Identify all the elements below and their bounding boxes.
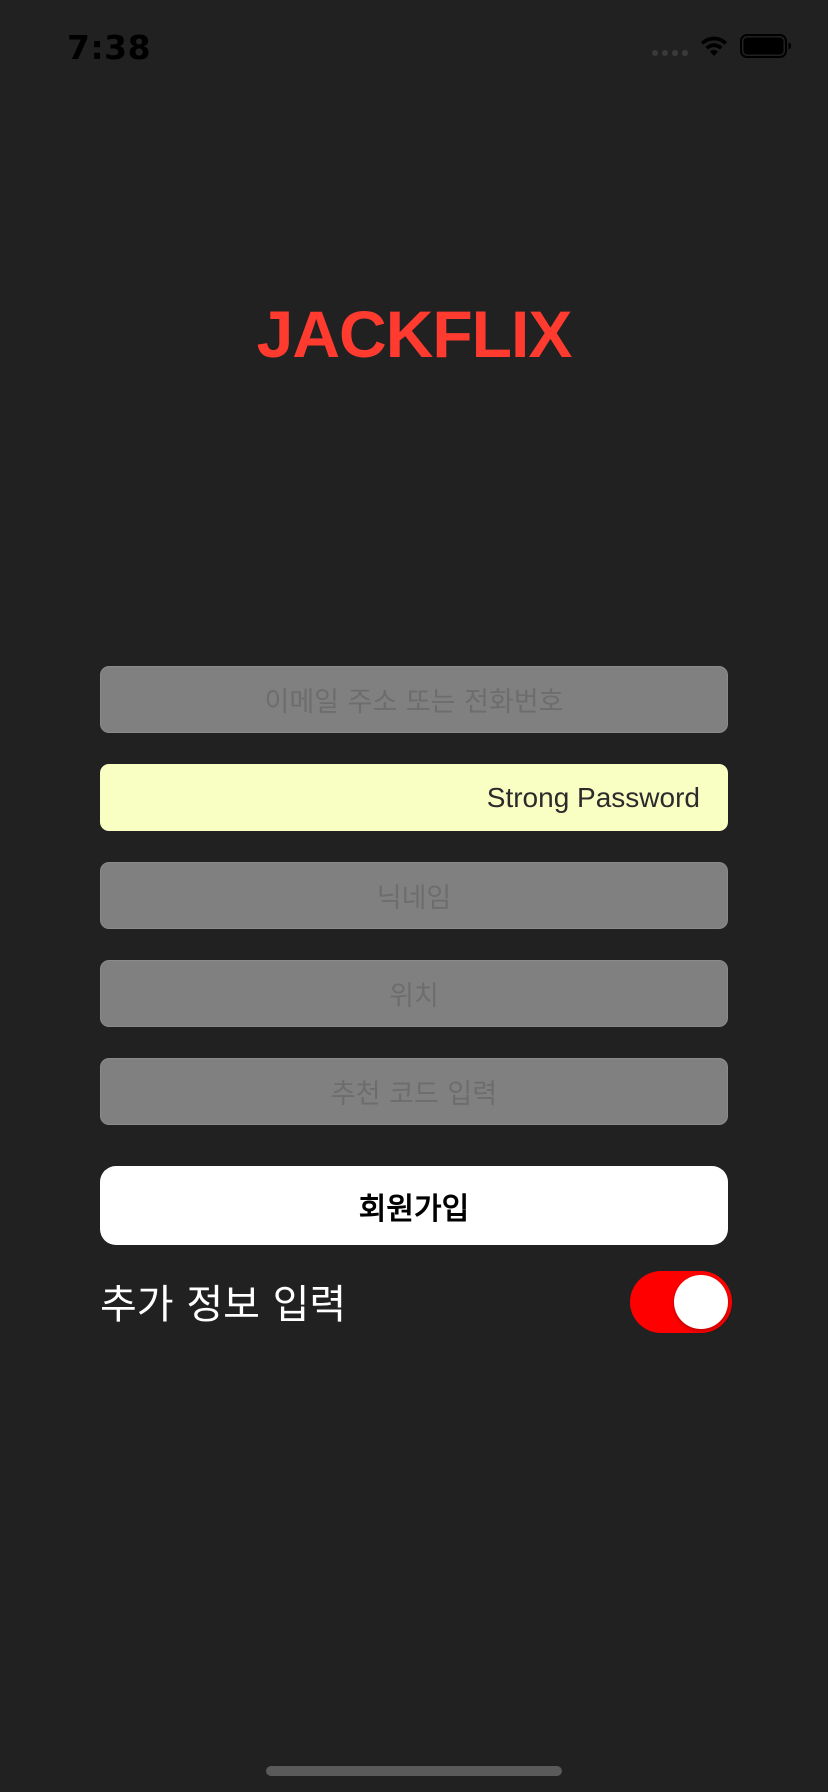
signup-button[interactable]: 회원가입: [100, 1166, 728, 1245]
app-logo: JACKFLIX: [256, 297, 573, 371]
referral-code-field[interactable]: 추천 코드 입력: [100, 1058, 728, 1125]
referral-code-placeholder: 추천 코드 입력: [330, 1079, 498, 1110]
password-field[interactable]: Strong Password: [100, 764, 728, 831]
password-value: Strong Password: [486, 781, 700, 813]
cellular-signal-icon: [652, 50, 688, 56]
extra-info-label: 추가 정보 입력: [100, 1282, 347, 1328]
location-field[interactable]: 위치: [100, 960, 728, 1027]
extra-info-toggle[interactable]: [630, 1271, 732, 1333]
home-indicator[interactable]: [266, 1766, 562, 1776]
nickname-placeholder: 닉네임: [376, 883, 452, 914]
toggle-knob: [674, 1275, 728, 1329]
status-indicators: [652, 34, 792, 58]
email-field[interactable]: 이메일 주소 또는 전화번호: [100, 666, 728, 733]
nickname-field[interactable]: 닉네임: [100, 862, 728, 929]
location-placeholder: 위치: [389, 981, 439, 1012]
email-placeholder: 이메일 주소 또는 전화번호: [264, 687, 564, 718]
status-time: 7:38: [67, 28, 152, 67]
signup-screen: 7:38 JACKFLIX 이메일 주소 또는 전화번호 Strong Pass…: [0, 0, 828, 1792]
battery-icon: [740, 34, 792, 58]
wifi-icon: [698, 34, 730, 58]
